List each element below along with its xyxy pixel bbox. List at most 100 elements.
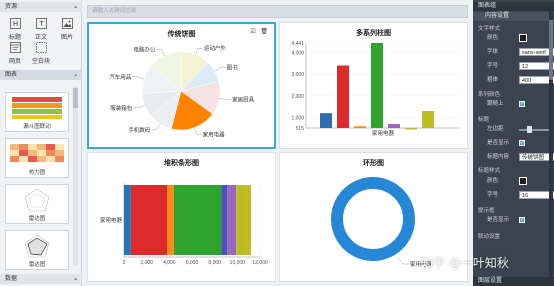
pie-label: 运动户外 (204, 44, 227, 52)
title-tool-label: 标题 (8, 35, 21, 41)
stacked-bar-chart: 0 2,000 4,000 6,000 8,000 10,000 12,000 家用电器 (100, 183, 268, 266)
thumb-caption: 热力图 (28, 170, 46, 176)
y-tick-label: 4,441 (291, 41, 304, 47)
filter-input[interactable]: 请输入关键词过滤 (87, 5, 468, 18)
pie-leader-line (193, 127, 202, 135)
stacked-segment (246, 185, 251, 255)
left-margin-slider[interactable] (519, 129, 553, 131)
title-style-subtitle: 标题样式 (478, 168, 501, 174)
font-weight-row: 粗体 400 (487, 76, 554, 85)
text-icon: T (35, 18, 47, 29)
font-size-label: 字号 (487, 63, 499, 69)
thumb-radar-2[interactable]: 雷达图 (5, 230, 69, 270)
data-section-title[interactable]: 数据 ▴ (0, 274, 82, 284)
x-tick-label: 8,000 (208, 260, 221, 266)
title-show-label: 是否显示 (487, 140, 510, 146)
title-size-label: 字号 (487, 192, 499, 198)
properties-scrollbar[interactable] (549, 10, 553, 280)
title-color-label: 颜色 (487, 178, 499, 184)
radar-thumb-graphic (24, 188, 50, 212)
x-tick-label: 0 (123, 260, 126, 266)
title-content-label: 标题内容 (487, 154, 510, 160)
charts-section-title[interactable]: 图表 ▴ (0, 70, 82, 80)
webpage-icon (9, 42, 21, 53)
title-size-row: 字号 16 (487, 191, 554, 200)
stacked-segment (173, 185, 222, 255)
title-show-checkbox[interactable]: ✓ (519, 140, 525, 146)
y-tick-label: 515 (296, 126, 305, 132)
thumb-caption: 雷达图 (28, 262, 46, 268)
slider-handle[interactable] (527, 126, 532, 133)
bar (337, 65, 349, 128)
thumbnails-scrollbar[interactable] (73, 86, 78, 266)
link-settings-subtitle: 联动设置 (478, 234, 501, 240)
heatmap-thumb-graphic (10, 144, 64, 162)
y-category-label: 家用电器 (100, 216, 123, 224)
bar (320, 113, 332, 128)
zhihu-watermark: 知乎 @一叶知秋 (421, 256, 509, 270)
title-tool[interactable]: H 标题 (2, 17, 28, 41)
text-color-swatch[interactable] (519, 34, 527, 42)
x-tick-label: 12,000 (252, 260, 268, 266)
left-margin-row: 左边距 (487, 125, 553, 134)
blank-block-icon (35, 42, 47, 53)
font-weight-label: 粗体 (487, 77, 499, 83)
chart-group-tab[interactable]: 图表组 (473, 2, 554, 11)
image-tool[interactable]: 图片 (54, 17, 80, 41)
scrollbar-thumb[interactable] (549, 20, 553, 80)
pie-leader-line (195, 47, 203, 55)
thumb-radar-1[interactable]: 雷达图 (5, 184, 69, 224)
blank-block-tool[interactable]: 空白块 (28, 41, 54, 65)
pie-label: 家用电器 (203, 130, 226, 138)
text-style-subtitle: 文字样式 (478, 26, 501, 32)
bar (354, 126, 366, 128)
pie-label: 电脑办公 (133, 45, 156, 53)
x-tick-label: 2,000 (140, 260, 153, 266)
tooltip-show-label: 是否显示 (487, 217, 510, 223)
thumb-caption: 漏斗图联动 (23, 124, 51, 130)
layer-settings-header[interactable]: 图层设置 (473, 277, 554, 286)
pie-chart: 运动户外图书家居厨具家用电器 手机数码 服装箱包 汽车用品 电脑办公 (109, 44, 255, 138)
ring-leader-line (396, 256, 409, 265)
title-content-row: 标题内容 传统饼图 (487, 153, 554, 162)
pie-chart-card[interactable]: 传统饼图 ☑ 🗑 运动户外 图书 家居厨具 家用电器 手机数码 服装箱包 汽车用品 电脑办公 (87, 22, 276, 149)
stacked-segment (236, 185, 247, 255)
image-icon (61, 18, 73, 29)
material-label: 资源 (5, 4, 18, 10)
text-tool[interactable]: T 正文 (28, 17, 54, 41)
material-section-title[interactable]: 资源 ▴ (0, 2, 82, 12)
series-color-subtitle: 系列颜色 (478, 92, 501, 98)
scrollbar-thumb[interactable] (73, 88, 78, 108)
expand-arrow-icon[interactable]: ▴ (74, 274, 77, 284)
layer-settings-label: 图层设置 (478, 278, 503, 284)
pie-label: 家居厨具 (232, 96, 255, 104)
image-tool-label: 图片 (60, 35, 73, 41)
svg-text:H: H (12, 21, 17, 28)
tooltip-show-checkbox[interactable]: ✓ (519, 217, 525, 223)
tooltip-show-row: 是否显示 ✓ (487, 216, 547, 225)
thumb-heatmap[interactable]: 热力图 (5, 138, 69, 178)
y-tick-label: 1,000 (291, 115, 304, 121)
follow-row: 跟随上 ✓ (487, 100, 547, 109)
pie-label: 手机数码 (128, 126, 151, 134)
collapse-arrow-icon[interactable]: ▴ (74, 70, 77, 80)
canvas-area: 请输入关键词过滤 传统饼图 ☑ 🗑 运动户外 图书 家居厨具 家用电器 手机数码 服装箱包… (83, 0, 472, 286)
data-label: 数据 (5, 276, 18, 282)
filter-placeholder: 请输入关键词过滤 (92, 8, 137, 14)
pie-leader-line (156, 49, 165, 56)
stacked-bar-card[interactable]: 堆积条形图 0 2,000 4,000 6,000 8,000 10,000 12,000 家… (87, 152, 276, 282)
thumb-funnel-linkage[interactable]: 漏斗图联动 (5, 92, 69, 132)
webpage-tool[interactable]: 网页 (2, 41, 28, 65)
pie-leader-line (214, 67, 226, 72)
multi-series-bar-card[interactable]: 多系列柱图 4,441 4,000 3,000 2,000 1,000 515 家用电器 (279, 22, 468, 149)
left-margin-label: 左边距 (487, 126, 504, 132)
y-tick-label: 4,000 (291, 51, 304, 57)
left-panel: 资源 ▴ H 标题 T 正文 图片 网页 空白块 图表 ▴ 漏斗图联动 热力图 … (0, 0, 82, 286)
collapse-arrow-icon[interactable]: ▴ (74, 2, 77, 12)
title-color-swatch[interactable] (519, 177, 527, 185)
x-tick-label: 6,000 (186, 260, 199, 266)
follow-checkbox[interactable]: ✓ (519, 101, 525, 107)
font-row: 字体sans-serif▾ (487, 48, 554, 57)
x-tick-label: 10,000 (230, 260, 246, 266)
content-settings-header[interactable]: 内容设置 (473, 12, 554, 21)
